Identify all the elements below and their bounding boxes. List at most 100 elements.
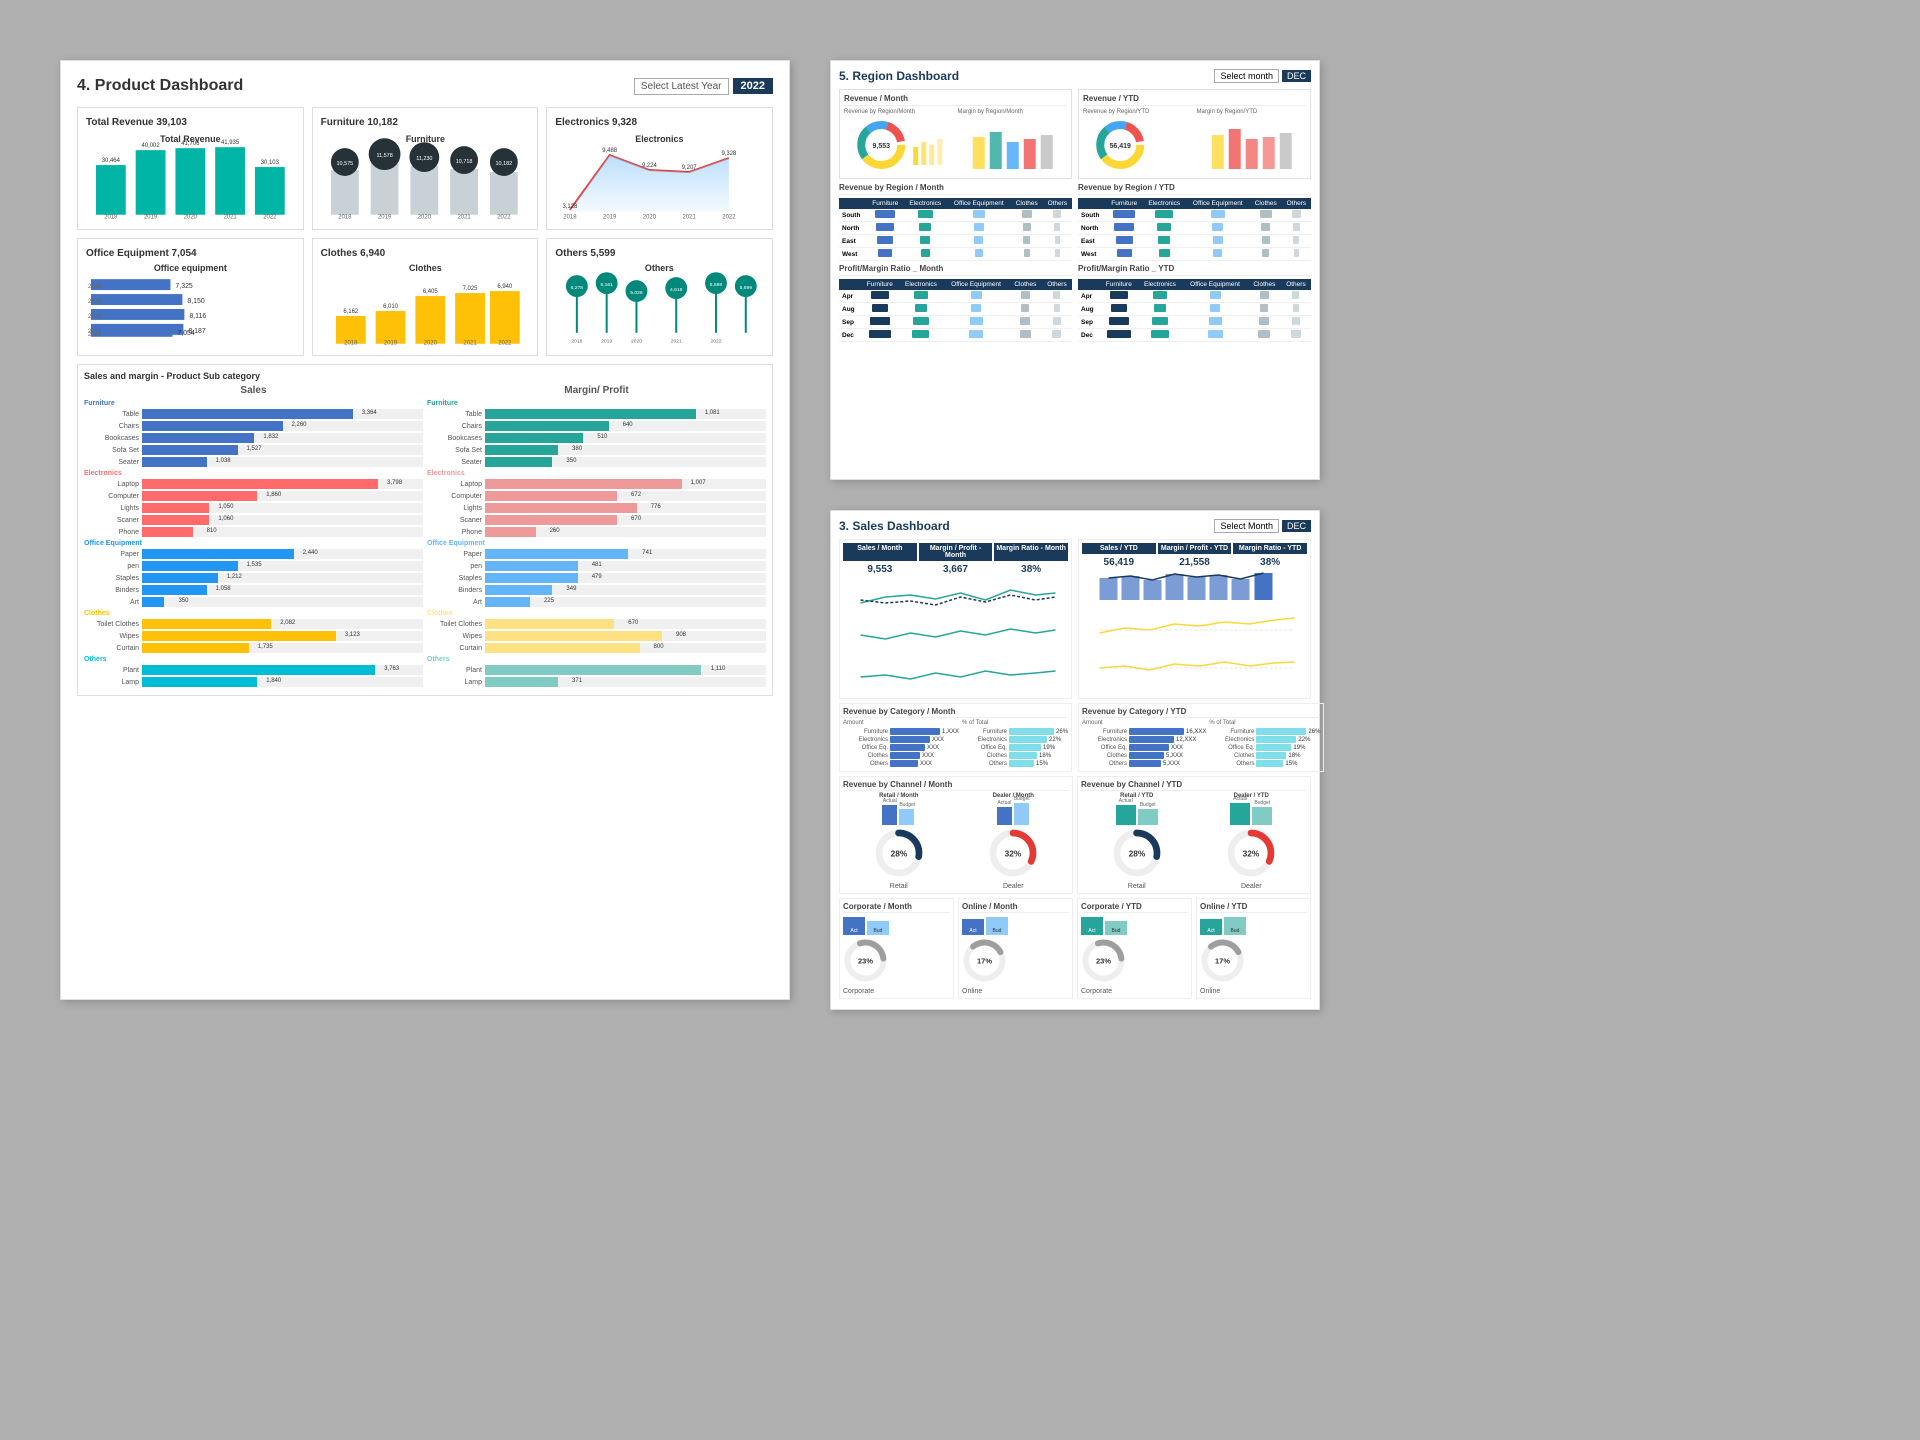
online-month-box: Online / Month Act Bud 17% Online: [958, 898, 1073, 999]
svg-text:10,718: 10,718: [455, 159, 472, 165]
svg-text:6,162: 6,162: [343, 309, 359, 315]
kpi-ytd-labels: Sales / YTD Margin / Profit - YTD Margin…: [1082, 543, 1307, 554]
svg-text:41,706: 41,706: [181, 141, 200, 147]
svg-text:23%: 23%: [858, 957, 873, 966]
svg-text:5,599: 5,599: [740, 285, 753, 291]
svg-text:17%: 17%: [1215, 957, 1230, 966]
rev-region-month-table: Revenue by Region / Month FurnitureElect…: [839, 183, 1072, 261]
svg-text:7,054: 7,054: [177, 330, 195, 337]
svg-text:Office equipment: Office equipment: [154, 263, 227, 273]
region-table-row: Revenue by Region / Month FurnitureElect…: [839, 183, 1311, 261]
svg-text:2020: 2020: [88, 314, 102, 320]
subcategory-grid: Sales Furniture Table3,364 Chairs2,260 B…: [84, 385, 766, 689]
svg-text:2022: 2022: [498, 341, 512, 346]
svg-text:28%: 28%: [1128, 848, 1145, 858]
product-dashboard: 4. Product Dashboard Select Latest Year …: [60, 60, 790, 1000]
dealer-month: Dealer / Month Actual Budget: [958, 793, 1070, 890]
svg-text:30,464: 30,464: [102, 158, 121, 164]
retail-ytd: Retail / YTD Actual Budget: [1081, 793, 1193, 890]
profit-margin-month: Profit/Margin Ratio _ Month FurnitureEle…: [839, 264, 1072, 342]
svg-text:17%: 17%: [977, 957, 992, 966]
svg-text:23%: 23%: [1096, 957, 1111, 966]
corporate-month-box: Corporate / Month Act Bud 23% Corporate: [839, 898, 954, 999]
svg-text:2019: 2019: [378, 215, 392, 220]
kpi-ytd-values: 56,419 21,558 38%: [1082, 557, 1307, 568]
kpi-office-equipment: Office Equipment 7,054 Office equipment …: [77, 238, 304, 356]
svg-text:2019: 2019: [384, 341, 398, 346]
svg-text:2020: 2020: [423, 341, 437, 346]
profit-margin-row: Profit/Margin Ratio _ Month FurnitureEle…: [839, 264, 1311, 342]
svg-text:2018: 2018: [344, 341, 358, 346]
svg-text:2021: 2021: [671, 339, 682, 345]
region-month-selector[interactable]: Select month DEC: [1214, 69, 1311, 83]
rev-cat-ytd: Revenue by Category / YTD Amount Furnitu…: [1078, 703, 1324, 772]
svg-text:4,618: 4,618: [670, 287, 683, 293]
svg-text:2019: 2019: [144, 215, 158, 220]
svg-text:9,488: 9,488: [603, 148, 619, 154]
channel-ytd-box: Revenue by Channel / YTD Retail / YTD Ac…: [1077, 776, 1311, 894]
year-selector[interactable]: Select Latest Year 2022: [634, 78, 773, 95]
svg-text:9,553: 9,553: [872, 143, 890, 150]
channel-section: Revenue by Channel / Month Retail / Mont…: [839, 776, 1311, 894]
svg-text:2020: 2020: [643, 215, 657, 220]
svg-text:32%: 32%: [1005, 848, 1022, 858]
subcategory-title: Sales and margin - Product Sub category: [84, 371, 766, 381]
svg-text:2018: 2018: [564, 215, 578, 220]
kpi-month-box: Sales / Month Margin / Profit - Month Ma…: [839, 539, 1072, 699]
kpi-row-1: Total Revenue 39,103 Total Revenue 30,46…: [77, 107, 773, 230]
kpi-ytd-box: Sales / YTD Margin / Profit - YTD Margin…: [1078, 539, 1311, 699]
svg-text:2019: 2019: [601, 339, 612, 345]
kpi-month-values: 9,553 3,667 38%: [843, 564, 1068, 575]
product-dashboard-header: 4. Product Dashboard Select Latest Year …: [77, 77, 773, 95]
svg-text:2020: 2020: [631, 339, 642, 345]
sales-dashboard: 3. Sales Dashboard Select Month DEC Sale…: [830, 510, 1320, 1010]
svg-text:6,405: 6,405: [423, 289, 439, 295]
svg-text:2020: 2020: [184, 215, 198, 220]
sales-month-selector[interactable]: Select Month DEC: [1214, 519, 1311, 533]
svg-text:2018: 2018: [104, 215, 118, 220]
sales-kpi-section: Sales / Month Margin / Profit - Month Ma…: [839, 539, 1311, 699]
svg-text:2022: 2022: [723, 215, 737, 220]
svg-text:30,103: 30,103: [261, 160, 280, 166]
svg-text:5,598: 5,598: [710, 282, 723, 288]
svg-text:10,575: 10,575: [336, 161, 353, 167]
kpi-row-2: Office Equipment 7,054 Office equipment …: [77, 238, 773, 356]
svg-text:41,935: 41,935: [221, 140, 240, 146]
profit-margin-ytd: Profit/Margin Ratio _ YTD FurnitureElect…: [1078, 264, 1311, 342]
subcategory-section: Sales and margin - Product Sub category …: [77, 364, 773, 696]
svg-text:Electronics: Electronics: [636, 134, 684, 144]
sales-dashboard-header: 3. Sales Dashboard Select Month DEC: [839, 519, 1311, 533]
svg-text:5,026: 5,026: [631, 290, 644, 296]
product-dashboard-title: 4. Product Dashboard: [77, 77, 243, 95]
svg-text:7,325: 7,325: [175, 283, 193, 290]
svg-text:2018: 2018: [338, 215, 352, 220]
channel-month-box: Revenue by Channel / Month Retail / Mont…: [839, 776, 1073, 894]
kpi-total-revenue: Total Revenue 39,103 Total Revenue 30,46…: [77, 107, 304, 230]
svg-text:8,116: 8,116: [189, 313, 206, 320]
svg-text:2022: 2022: [263, 215, 277, 220]
region-dashboard-title: 5. Region Dashboard: [839, 69, 959, 83]
kpi-others: Others 5,599 Others 6,278 6,161 5,026 4,…: [546, 238, 773, 356]
corporate-online-section: Corporate / Month Act Bud 23% Corporate …: [839, 898, 1311, 999]
svg-text:9,224: 9,224: [642, 163, 658, 169]
corporate-ytd-box: Corporate / YTD Act Bud 23% Corporate: [1077, 898, 1192, 999]
svg-text:2019: 2019: [603, 215, 617, 220]
svg-text:9,328: 9,328: [722, 151, 738, 157]
svg-text:9,207: 9,207: [682, 165, 698, 171]
svg-text:6,278: 6,278: [571, 285, 584, 291]
svg-text:2022: 2022: [88, 332, 102, 338]
svg-text:Others: Others: [645, 263, 674, 273]
svg-text:56,419: 56,419: [1110, 143, 1132, 150]
retail-month: Retail / Month Actual Budget: [843, 793, 955, 890]
svg-text:2018: 2018: [572, 339, 583, 345]
svg-text:6,940: 6,940: [497, 284, 513, 290]
svg-text:Clothes: Clothes: [409, 263, 442, 273]
kpi-furniture: Furniture 10,182 Furniture 10,575 11,578…: [312, 107, 539, 230]
svg-text:10,182: 10,182: [495, 161, 512, 167]
sales-dashboard-title: 3. Sales Dashboard: [839, 519, 950, 533]
svg-text:2021: 2021: [223, 215, 237, 220]
kpi-clothes: Clothes 6,940 Clothes 6,162 6,010 6,405 …: [312, 238, 539, 356]
svg-text:2021: 2021: [463, 341, 477, 346]
kpi-electronics: Electronics 9,328 Electronics 3,128 9,48…: [546, 107, 773, 230]
svg-text:3,128: 3,128: [563, 204, 579, 210]
